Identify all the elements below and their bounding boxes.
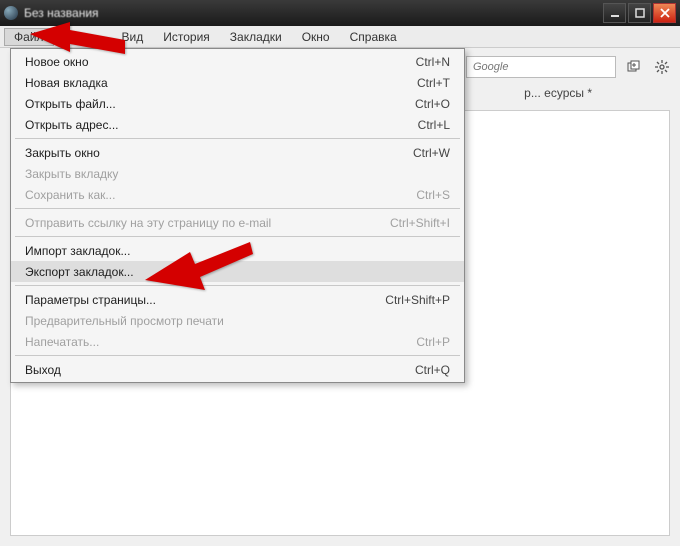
window-controls [603,3,676,23]
menu-view[interactable]: Вид [112,28,154,46]
menu-item-label: Сохранить как... [25,188,416,202]
menu-item-label: Закрыть вкладку [25,167,450,181]
close-button[interactable] [653,3,676,23]
menu-item: Напечатать...Ctrl+P [11,331,464,352]
menu-item-label: Новое окно [25,55,416,69]
menu-item-shortcut: Ctrl+W [413,146,450,160]
menu-item[interactable]: Импорт закладок... [11,240,464,261]
tab-label-fragment: р... есурсы * [524,86,592,100]
menu-item-shortcut: Ctrl+P [416,335,450,349]
menu-separator [15,236,460,237]
menu-separator [15,285,460,286]
menu-item[interactable]: Новое окноCtrl+N [11,51,464,72]
menu-item-label: Новая вкладка [25,76,417,90]
menu-separator [15,138,460,139]
menu-item-label: Экспорт закладок... [25,265,450,279]
menu-item-label: Открыть файл... [25,97,415,111]
search-input[interactable]: Google [466,56,616,78]
menu-item: Сохранить как...Ctrl+S [11,184,464,205]
menu-item-shortcut: Ctrl+N [416,55,450,69]
menu-item-label: Выход [25,363,415,377]
menu-item[interactable]: Закрыть окноCtrl+W [11,142,464,163]
menu-item-shortcut: Ctrl+Q [415,363,450,377]
menu-item-label: Отправить ссылку на эту страницу по e-ma… [25,216,390,230]
menu-bookmarks[interactable]: Закладки [220,28,292,46]
toolbar-right: Google [466,56,672,78]
menu-item[interactable]: Новая вкладкаCtrl+T [11,72,464,93]
menu-history[interactable]: История [153,28,220,46]
minimize-button[interactable] [603,3,626,23]
menu-item-shortcut: Ctrl+O [415,97,450,111]
menu-item-shortcut: Ctrl+Shift+P [385,293,450,307]
titlebar: Без названия [0,0,680,26]
menu-help[interactable]: Справка [340,28,407,46]
menu-item-label: Импорт закладок... [25,244,450,258]
window-title: Без названия [24,6,603,20]
menu-item-shortcut: Ctrl+Shift+I [390,216,450,230]
menu-item-label: Напечатать... [25,335,416,349]
menu-item-label: Закрыть окно [25,146,413,160]
maximize-button[interactable] [628,3,651,23]
menu-item-label: Предварительный просмотр печати [25,314,450,328]
menu-item-label: Открыть адрес... [25,118,418,132]
search-placeholder: Google [473,61,508,73]
gear-icon[interactable] [652,57,672,77]
menu-item[interactable]: Экспорт закладок... [11,261,464,282]
menu-item: Предварительный просмотр печати [11,310,464,331]
menu-item[interactable]: Открыть адрес...Ctrl+L [11,114,464,135]
menu-separator [15,208,460,209]
menu-item-shortcut: Ctrl+S [416,188,450,202]
menu-item[interactable]: Параметры страницы...Ctrl+Shift+P [11,289,464,310]
menu-item-shortcut: Ctrl+T [417,76,450,90]
new-tab-icon[interactable] [624,57,644,77]
app-window: Без названия Файл Вид История Закладки О… [0,0,680,546]
menu-separator [15,355,460,356]
menu-window[interactable]: Окно [292,28,340,46]
menu-item: Отправить ссылку на эту страницу по e-ma… [11,212,464,233]
menu-file[interactable]: Файл [4,28,54,46]
file-menu-dropdown: Новое окноCtrl+NНовая вкладкаCtrl+TОткры… [10,48,465,383]
menubar: Файл Вид История Закладки Окно Справка [0,26,680,48]
app-icon [4,6,18,20]
menu-item[interactable]: Открыть файл...Ctrl+O [11,93,464,114]
menu-item: Закрыть вкладку [11,163,464,184]
menu-item-shortcut: Ctrl+L [418,118,450,132]
menu-item-label: Параметры страницы... [25,293,385,307]
menu-item[interactable]: ВыходCtrl+Q [11,359,464,380]
